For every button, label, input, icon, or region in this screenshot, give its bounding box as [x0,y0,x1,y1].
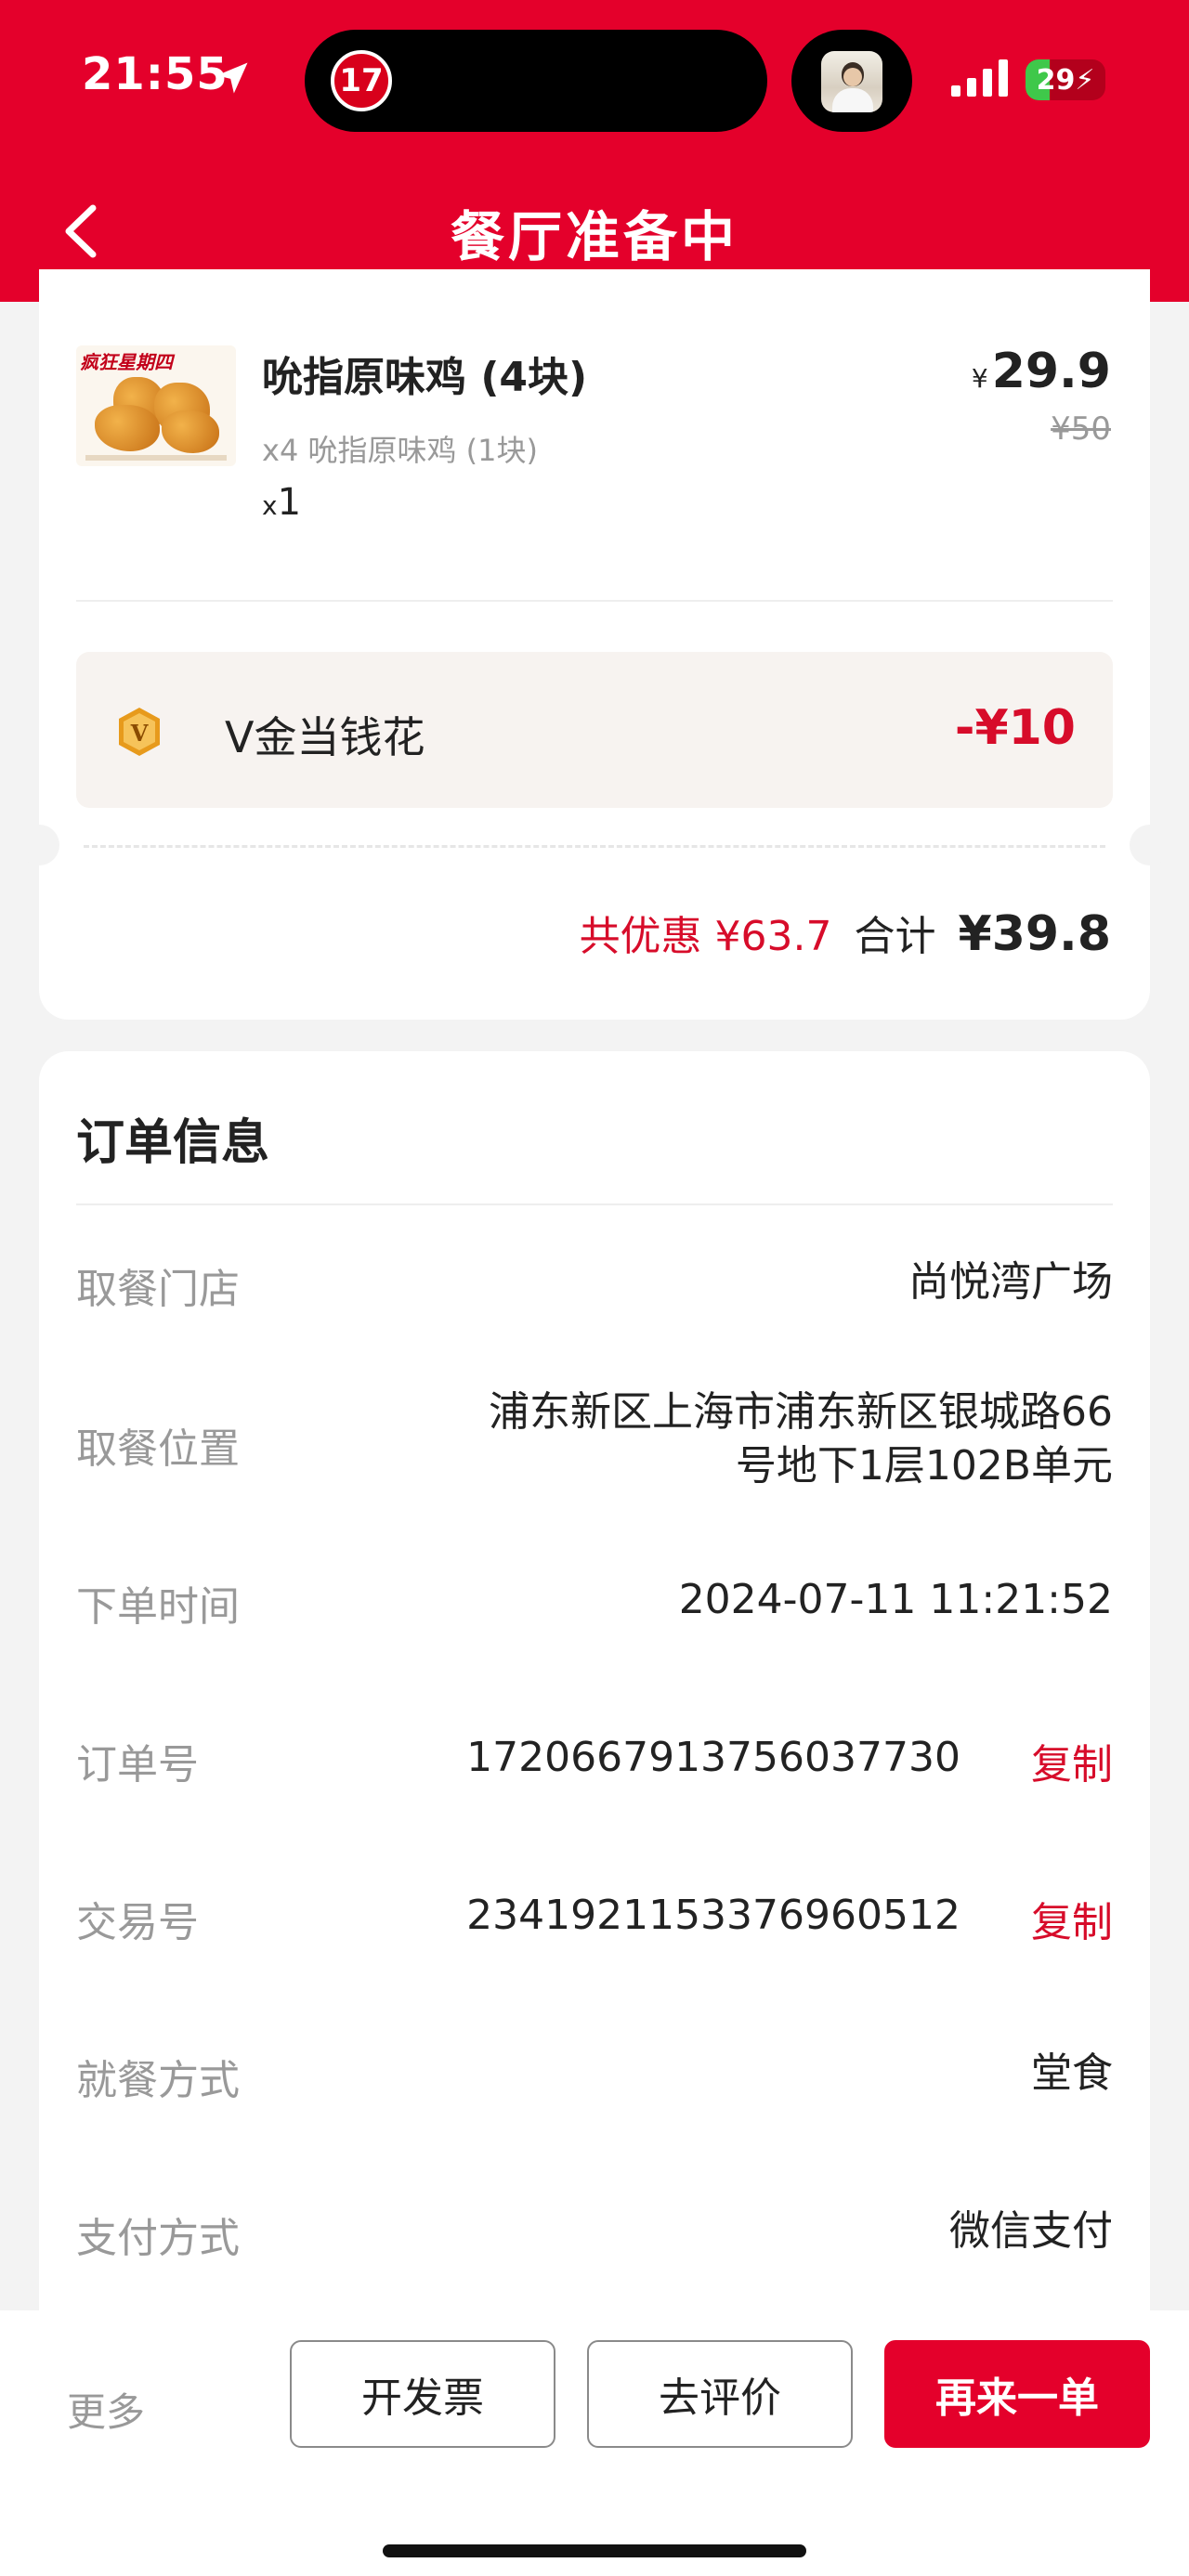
copy-transaction-number-button[interactable]: 复制 [1031,1889,1113,1948]
avatar [821,51,882,112]
product-image: 疯狂星期四 [76,345,236,466]
product-quantity: x1 [262,481,302,524]
timer-badge: 17 [331,50,392,111]
pickup-location: 浦东新区上海市浦东新区银城路66 号地下1层102B单元 [489,1388,1113,1490]
product-contents: x4 吮指原味鸡 (1块) [262,433,538,468]
payment-method: 微信支付 [949,2207,1113,2255]
product-name: 吮指原味鸡 (4块) [262,354,588,401]
dynamic-island-secondary [791,30,912,132]
home-indicator[interactable] [383,2544,806,2557]
reorder-button[interactable]: 再来一单 [884,2340,1150,2448]
order-time: 2024-07-11 11:21:52 [678,1576,1113,1623]
charging-bolt-icon: ⚡ [1075,63,1095,97]
battery-icon: 29 ⚡ [1026,59,1105,100]
header: 21:55 17 29 ⚡ 餐厅准备中 [0,0,1189,302]
divider [76,1203,1113,1205]
more-button[interactable]: 更多 [67,2381,145,2438]
copy-order-number-button[interactable]: 复制 [1031,1731,1113,1790]
vgold-discount-row: V V金当钱花 -¥10 [76,652,1113,808]
total-amount: ¥39.8 [958,906,1111,962]
info-label: 取餐门店 [76,1266,240,1313]
order-number: 1720667913756037730 [466,1734,960,1781]
dynamic-island: 17 [305,30,767,132]
status-time: 21:55 [82,48,229,100]
ticket-notch [19,825,59,865]
info-label: 交易号 [76,1899,199,1946]
vgold-label: V金当钱花 [225,712,425,762]
divider [76,600,1113,602]
invoice-button[interactable]: 开发票 [290,2340,555,2448]
location-arrow-icon [216,62,248,94]
info-row-dining-mode: 就餐方式 堂食 [76,2047,1113,2104]
info-row-location: 取餐位置 浦东新区上海市浦东新区银城路66 号地下1层102B单元 [76,1386,1113,1497]
info-label: 就餐方式 [76,2057,240,2104]
total-label: 合计 [854,913,936,960]
order-totals: 共优惠 ¥63.7 合计 ¥39.8 [580,903,1111,962]
ticket-notch [1130,825,1170,865]
info-row-store: 取餐门店 尚悦湾广场 [76,1255,1113,1313]
product-price: ¥29.9 [971,344,1111,399]
info-label: 支付方式 [76,2215,240,2262]
info-row-payment-method: 支付方式 微信支付 [76,2205,1113,2262]
battery-level: 29 [1036,63,1076,97]
dashed-divider [84,845,1105,848]
info-row-transaction-number: 交易号 2341921153376960512 复制 [76,1889,1113,1948]
store-name: 尚悦湾广场 [908,1258,1113,1306]
info-row-order-number: 订单号 1720667913756037730 复制 [76,1731,1113,1790]
svg-text:V: V [130,720,149,747]
vgold-amount: -¥10 [954,700,1076,756]
vgold-coin-icon: V [119,708,160,756]
info-label: 下单时间 [76,1583,240,1631]
cellular-signal-icon [951,59,1008,97]
product-image-tag: 疯狂星期四 [80,351,173,373]
page-title: 餐厅准备中 [450,205,738,268]
total-discount: 共优惠 ¥63.7 [579,913,832,960]
product-original-price: ¥50 [1051,410,1111,448]
review-button[interactable]: 去评价 [587,2340,853,2448]
section-title: 订单信息 [76,1115,270,1171]
order-info-card: 订单信息 取餐门店 尚悦湾广场 取餐位置 浦东新区上海市浦东新区银城路66 号地… [39,1051,1150,2351]
order-items-card: 疯狂星期四 吮指原味鸡 (4块) x4 吮指原味鸡 (1块) x1 ¥29.9 … [19,269,1170,1020]
bottom-action-bar: 更多 开发票 去评价 再来一单 [0,2310,1189,2576]
transaction-number: 2341921153376960512 [466,1892,960,1939]
info-label: 订单号 [76,1741,199,1789]
dining-mode: 堂食 [1031,2049,1113,2097]
info-label: 取餐位置 [76,1425,240,1473]
info-row-order-time: 下单时间 2024-07-11 11:21:52 [76,1573,1113,1631]
